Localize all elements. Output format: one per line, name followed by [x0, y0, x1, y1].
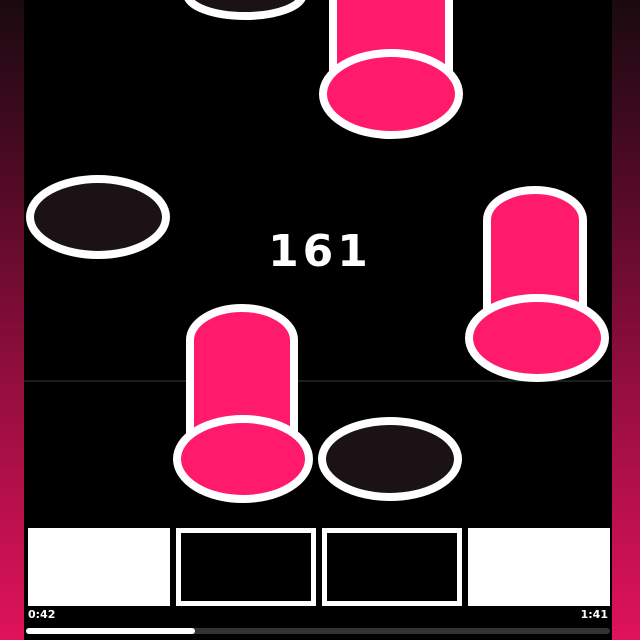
- tap-pad-1[interactable]: [28, 528, 170, 606]
- playback-bar: 0:42 1:41: [24, 606, 612, 640]
- tap-pad-4[interactable]: [468, 528, 610, 606]
- tap-pad-2[interactable]: [176, 528, 316, 606]
- total-time: 1:41: [580, 608, 608, 621]
- elapsed-time: 0:42: [28, 608, 56, 621]
- pink-tube-top: [319, 0, 463, 139]
- progress-fill: [26, 628, 196, 634]
- tap-pads: [24, 528, 612, 606]
- pink-tube-bottom: [173, 304, 313, 503]
- pink-tube-right: [465, 186, 609, 382]
- hole-top: [184, 0, 306, 20]
- hole-bottom: [318, 417, 462, 501]
- progress-track[interactable]: [26, 628, 610, 634]
- tap-pad-3[interactable]: [322, 528, 462, 606]
- score-counter: 161: [268, 226, 372, 277]
